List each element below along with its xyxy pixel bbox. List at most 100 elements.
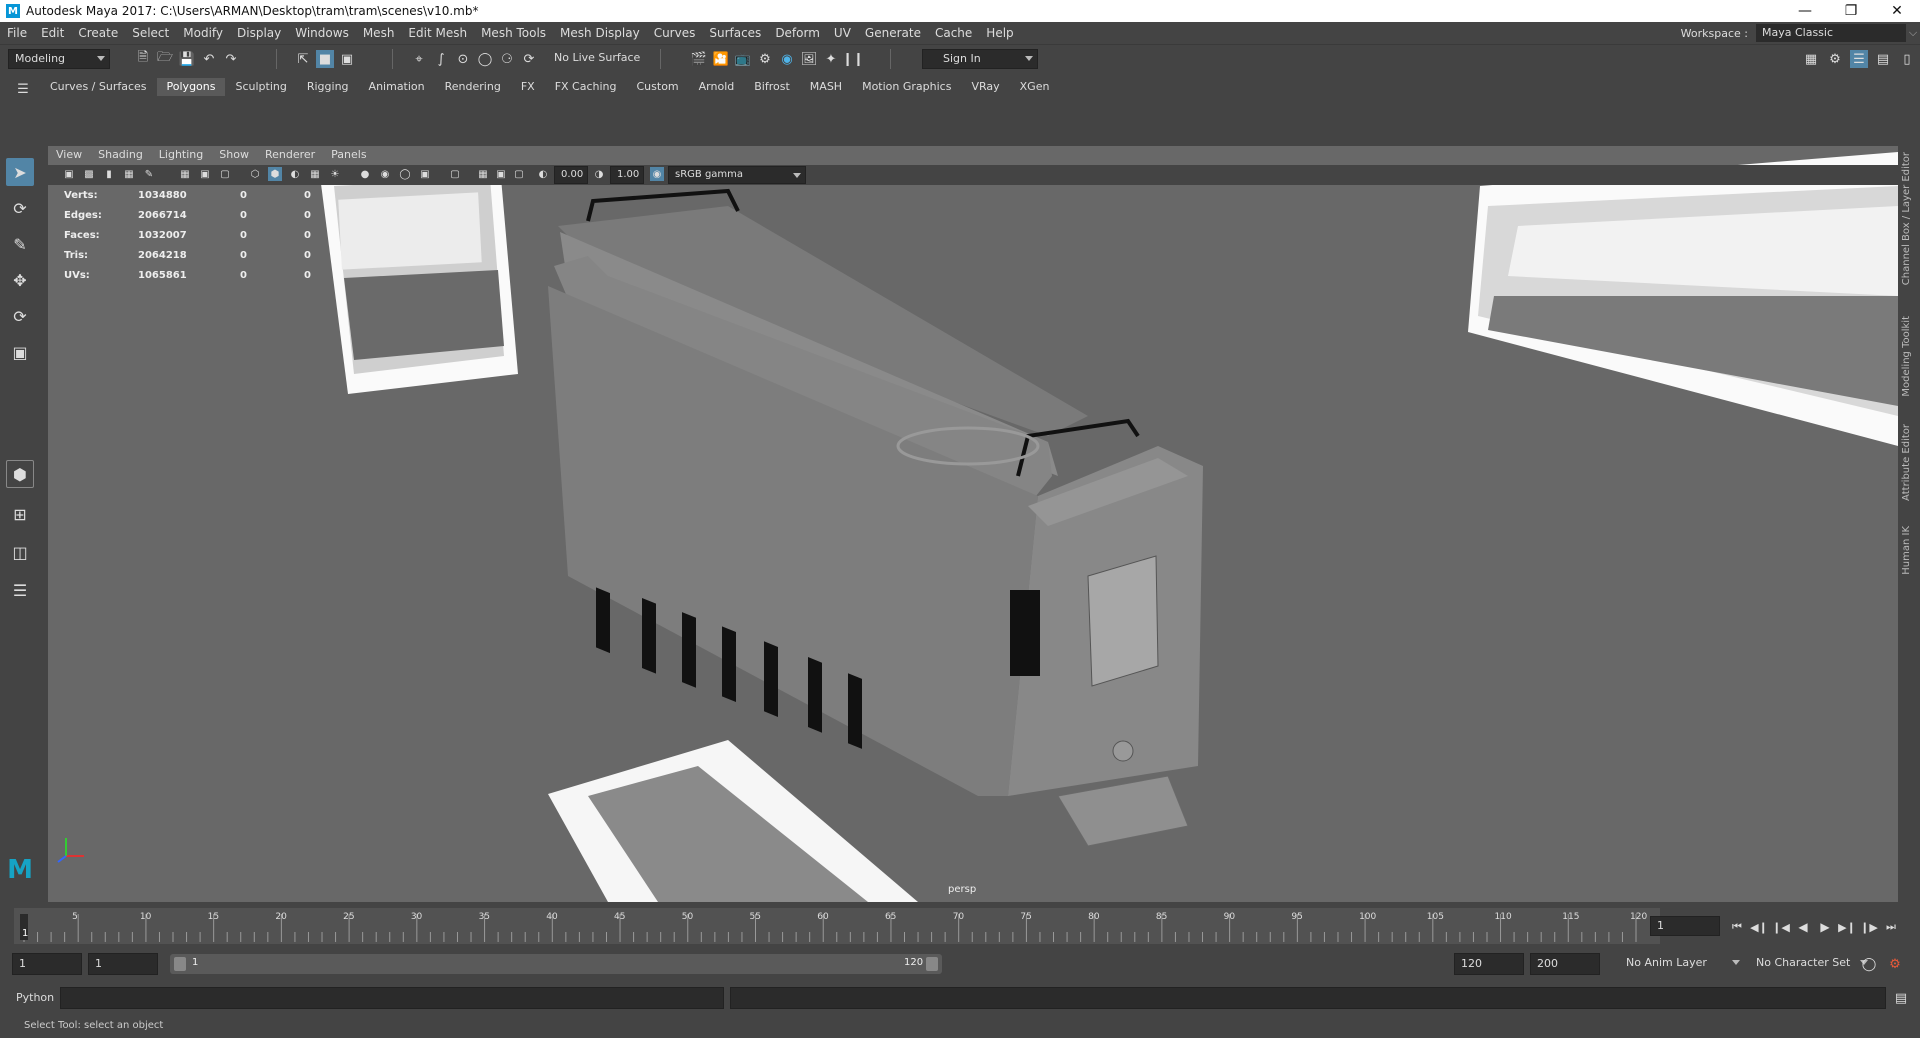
four-view-icon[interactable]: ⊞ [6, 500, 34, 528]
smooth-shade-icon[interactable]: ⬢ [268, 167, 282, 181]
shelf-tab-rendering[interactable]: Rendering [435, 78, 511, 96]
make-live-icon[interactable]: ⟳ [520, 50, 538, 68]
menu-create[interactable]: Create [71, 26, 125, 40]
hypershade-icon[interactable]: ◉ [778, 50, 796, 68]
ambient-occlusion-icon[interactable]: ◉ [378, 167, 392, 181]
step-forward-key-icon[interactable]: ❙▶ [1860, 918, 1878, 936]
minimize-icon[interactable]: — [1782, 0, 1828, 22]
viewport-menu-panels[interactable]: Panels [323, 148, 374, 164]
play-backwards-icon[interactable]: ◀ [1794, 918, 1812, 936]
anim-preferences-icon[interactable]: ⚙ [1886, 955, 1904, 973]
image-plane-icon[interactable]: ▦ [122, 167, 136, 181]
menu-generate[interactable]: Generate [858, 26, 928, 40]
camera-select-icon[interactable]: ▣ [62, 167, 76, 181]
resolution-gate-icon[interactable]: ▢ [218, 167, 232, 181]
sign-in-button[interactable]: Sign In [922, 49, 1038, 69]
menu-display[interactable]: Display [230, 26, 288, 40]
character-set-dropdown[interactable]: No Character Set [1750, 954, 1872, 974]
range-slider[interactable]: 1 120 [170, 954, 942, 974]
shelf-tab-sculpting[interactable]: Sculpting [225, 78, 296, 96]
isolate-select-icon[interactable]: ▢ [448, 167, 462, 181]
tab-attribute-editor[interactable]: Attribute Editor [1901, 424, 1912, 501]
channel-box-icon[interactable]: ☰ [1850, 50, 1868, 68]
wireframe-on-shaded-icon[interactable]: ◐ [288, 167, 302, 181]
shadows-icon[interactable]: ● [358, 167, 372, 181]
shelf-tab-mash[interactable]: MASH [800, 78, 852, 96]
exposure-field[interactable]: 0.00 [554, 166, 588, 184]
start-time-field[interactable]: 1 [12, 953, 82, 975]
undo-icon[interactable]: ↶ [200, 50, 218, 68]
film-gate-icon[interactable]: ▣ [198, 167, 212, 181]
outliner-icon[interactable]: ☰ [6, 576, 34, 604]
snap-grid-icon[interactable]: ⌖ [410, 50, 428, 68]
menuset-dropdown[interactable]: Modeling [8, 49, 110, 69]
restore-icon[interactable]: ❐ [1828, 0, 1874, 22]
view-transform-dropdown[interactable]: sRGB gamma [668, 166, 806, 184]
shelf-tab-animation[interactable]: Animation [359, 78, 435, 96]
xray-icon[interactable]: ▦ [476, 167, 490, 181]
select-hierarchy-icon[interactable]: ⇱ [294, 50, 312, 68]
menu-deform[interactable]: Deform [768, 26, 827, 40]
render-settings-icon[interactable]: ⚙ [756, 50, 774, 68]
snap-view-plane-icon[interactable]: ◯ [476, 50, 494, 68]
shelf-tab-polygons[interactable]: Polygons [156, 78, 226, 96]
shelf-tab-vray[interactable]: VRay [961, 78, 1009, 96]
menu-cache[interactable]: Cache [928, 26, 979, 40]
shelf-tab-motion-graphics[interactable]: Motion Graphics [852, 78, 961, 96]
workspace-dropdown[interactable]: Maya Classic [1756, 24, 1906, 42]
tab-human-ik[interactable]: Human IK [1901, 526, 1912, 575]
scale-tool-icon[interactable]: ▣ [6, 338, 34, 366]
render-sequence-icon[interactable]: 🎦 [712, 50, 730, 68]
viewport-menu-show[interactable]: Show [211, 148, 257, 164]
select-objects-icon[interactable]: ■ [316, 50, 334, 68]
gamma-field[interactable]: 1.00 [610, 166, 644, 184]
two-view-icon[interactable]: ◫ [6, 538, 34, 566]
shelf-tab-bifrost[interactable]: Bifrost [744, 78, 800, 96]
shelf-tab-fx-caching[interactable]: FX Caching [545, 78, 627, 96]
grease-pencil-icon[interactable]: ✎ [142, 167, 156, 181]
wireframe-icon[interactable]: ⬡ [248, 167, 262, 181]
save-scene-icon[interactable]: 💾 [178, 50, 196, 68]
arnold-render-icon[interactable]: ✦ [822, 50, 840, 68]
select-tool-icon[interactable]: ➤ [6, 158, 34, 186]
viewport-menu-view[interactable]: View [48, 148, 90, 164]
range-slider-end-handle[interactable] [926, 957, 938, 971]
perspective-viewport[interactable]: persp [48, 146, 1898, 902]
close-icon[interactable]: ✕ [1874, 0, 1920, 22]
time-slider[interactable]: 1 5 10 15 20 25 30 35 40 45 50 55 60 65 70 75 80 85 90 95 1… [0, 908, 1920, 944]
snap-curve-icon[interactable]: ∫ [432, 50, 450, 68]
menu-select[interactable]: Select [125, 26, 176, 40]
viewport-menu-lighting[interactable]: Lighting [151, 148, 211, 164]
camera-attributes-icon[interactable]: ▩ [82, 167, 96, 181]
go-to-start-icon[interactable]: ⏮ [1728, 918, 1746, 936]
use-all-lights-icon[interactable]: ☀ [328, 167, 342, 181]
bookmark-icon[interactable]: ▮ [102, 167, 116, 181]
render-view-icon[interactable]: 🖼 [800, 50, 818, 68]
open-scene-icon[interactable]: 🗁 [156, 50, 174, 68]
menu-surfaces[interactable]: Surfaces [702, 26, 768, 40]
tab-modeling-toolkit[interactable]: Modeling Toolkit [1901, 316, 1912, 397]
render-frame-icon[interactable]: 🎬 [690, 50, 708, 68]
snap-live-icon[interactable]: ⚆ [498, 50, 516, 68]
new-scene-icon[interactable]: 🗎 [134, 50, 152, 68]
paint-select-icon[interactable]: ✎ [6, 230, 34, 258]
script-language-label[interactable]: Python [16, 991, 54, 1004]
menu-help[interactable]: Help [979, 26, 1020, 40]
menu-curves[interactable]: Curves [647, 26, 703, 40]
viewport-menu-renderer[interactable]: Renderer [257, 148, 323, 164]
play-forwards-icon[interactable]: ▶ [1816, 918, 1834, 936]
textured-icon[interactable]: ▦ [308, 167, 322, 181]
shelf-tab-arnold[interactable]: Arnold [689, 78, 745, 96]
shelf-tab-xgen[interactable]: XGen [1010, 78, 1060, 96]
tool-settings-icon[interactable]: ⚙ [1826, 50, 1844, 68]
tab-channel-box[interactable]: Channel Box / Layer Editor [1901, 152, 1912, 285]
chevron-down-icon[interactable]: ⌵ [1906, 26, 1920, 40]
menu-uv[interactable]: UV [827, 26, 858, 40]
go-to-end-icon[interactable]: ⏭ [1882, 918, 1900, 936]
menu-edit-mesh[interactable]: Edit Mesh [401, 26, 474, 40]
viewport-menu-shading[interactable]: Shading [90, 148, 151, 164]
attribute-editor-icon[interactable]: ▤ [1874, 50, 1892, 68]
current-frame-field[interactable]: 1 [1650, 916, 1720, 936]
snap-point-icon[interactable]: ⊙ [454, 50, 472, 68]
step-back-frame-icon[interactable]: ❙◀ [1772, 918, 1790, 936]
